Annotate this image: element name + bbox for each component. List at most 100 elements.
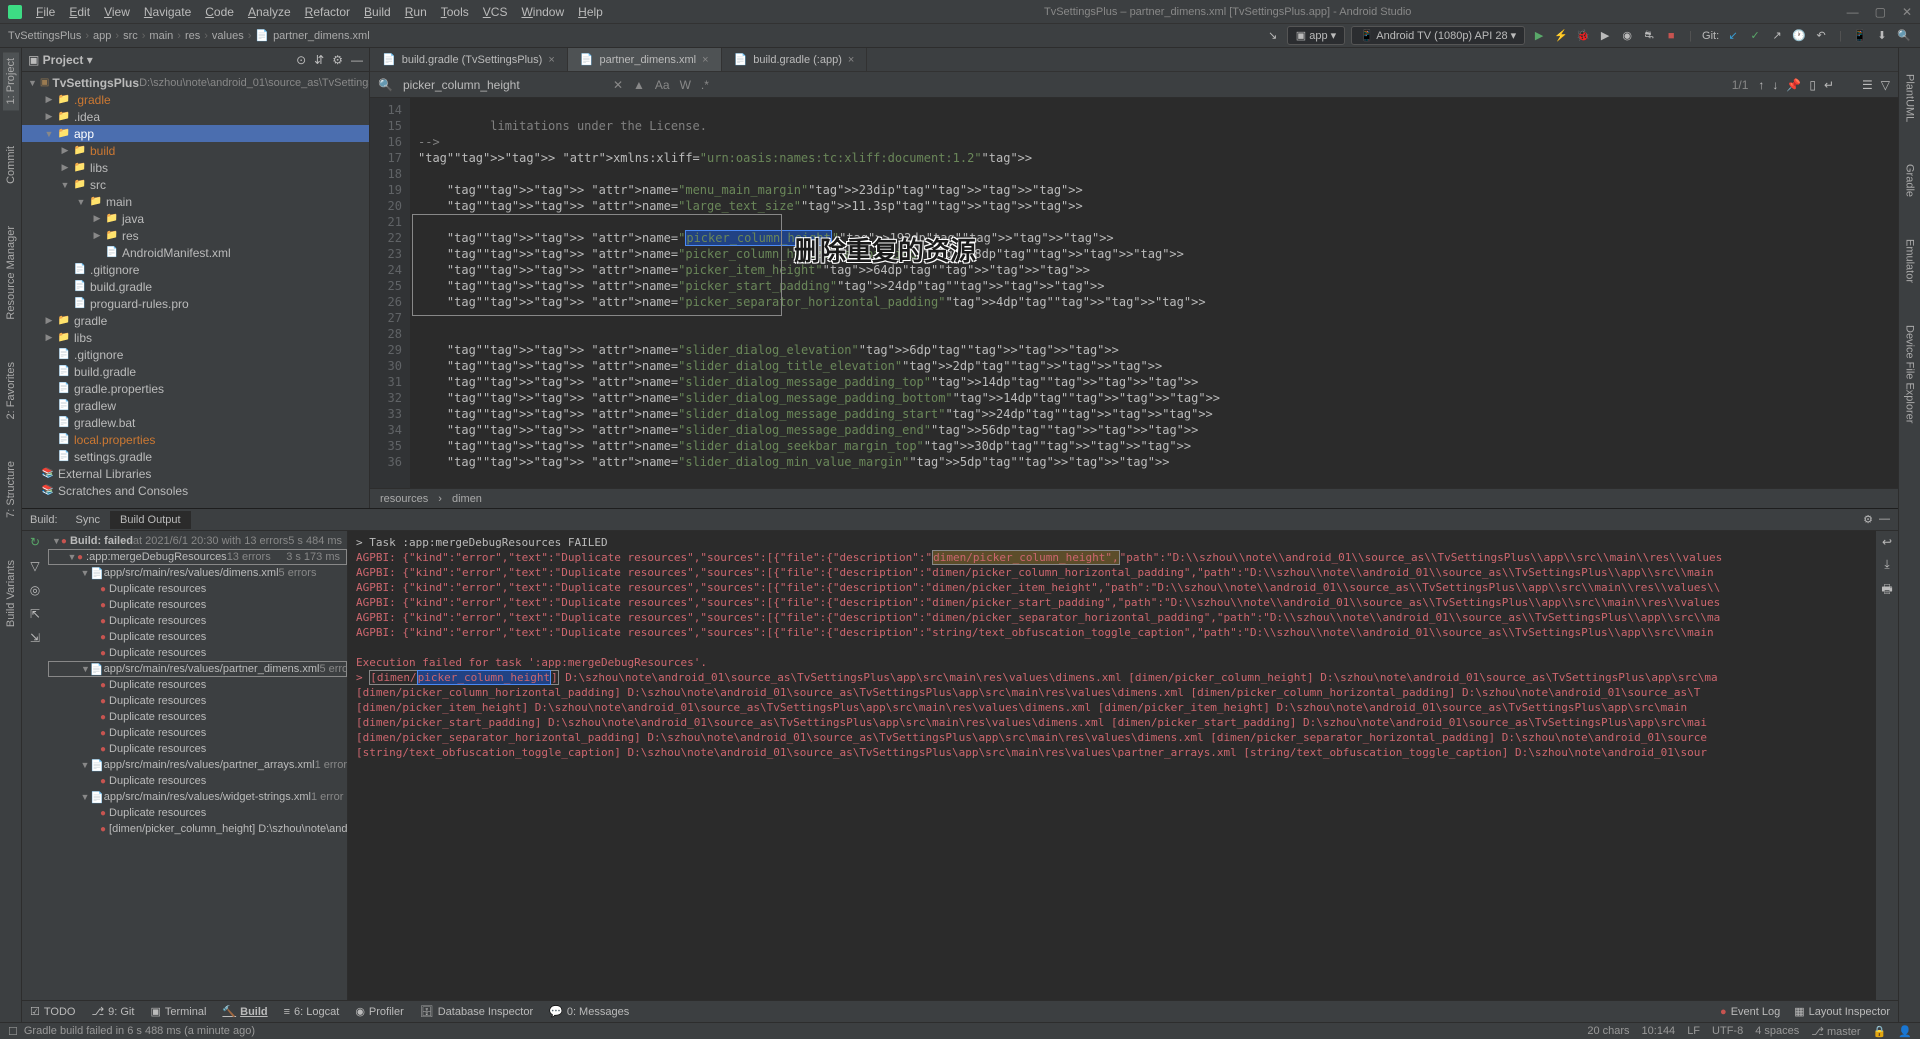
left-tab-resource-manager[interactable]: Resource Manager: [3, 220, 19, 326]
console-line[interactable]: > Task :app:mergeDebugResources FAILED: [356, 535, 1868, 550]
git-rollback-icon[interactable]: ↶: [1813, 28, 1829, 44]
menu-run[interactable]: Run: [399, 3, 433, 21]
tree-item[interactable]: 📄build.gradle: [22, 363, 369, 380]
tree-item[interactable]: 📄.gitignore: [22, 261, 369, 278]
menu-navigate[interactable]: Navigate: [138, 3, 197, 21]
menu-build[interactable]: Build: [358, 3, 397, 21]
code-line[interactable]: "tag""tag">>"tag">> "attr">name="menu_ma…: [418, 182, 1890, 198]
console-line[interactable]: AGPBI: {"kind":"error","text":"Duplicate…: [356, 550, 1868, 565]
editor-tab[interactable]: 📄partner_dimens.xml×: [568, 48, 722, 71]
left-tab----favorites[interactable]: 2: Favorites: [3, 356, 19, 425]
code-line[interactable]: "tag""tag">>"tag">> "attr">name="slider_…: [418, 358, 1890, 374]
code-line[interactable]: "tag""tag">>"tag">> "attr">name="slider_…: [418, 422, 1890, 438]
attach-debugger-icon[interactable]: ⛐: [1641, 28, 1657, 44]
code-line[interactable]: -->: [418, 134, 1890, 150]
console-line[interactable]: AGPBI: {"kind":"error","text":"Duplicate…: [356, 610, 1868, 625]
tree-item[interactable]: 📄build.gradle: [22, 278, 369, 295]
target-icon[interactable]: ◎: [30, 583, 40, 597]
build-tree-row[interactable]: ● Duplicate resources: [48, 597, 347, 613]
menu-edit[interactable]: Edit: [63, 3, 96, 21]
build-tree-row[interactable]: ● Duplicate resources: [48, 645, 347, 661]
tree-item[interactable]: ▶📁gradle: [22, 312, 369, 329]
code-line[interactable]: "tag""tag">>"tag">> "attr">name="large_t…: [418, 198, 1890, 214]
right-tab-gradle[interactable]: Gradle: [1902, 158, 1918, 203]
collapse-icon[interactable]: ⇲: [30, 631, 40, 645]
select-opened-file-icon[interactable]: ⊙: [296, 53, 306, 67]
tree-item[interactable]: ▼📁src: [22, 176, 369, 193]
tree-item[interactable]: 📄AndroidManifest.xml: [22, 244, 369, 261]
rerun-icon[interactable]: ↻: [30, 535, 40, 549]
console-line[interactable]: [string/text_obfuscation_toggle_caption]…: [356, 745, 1868, 760]
code-line[interactable]: "tag""tag">>"tag">> "attr">name="slider_…: [418, 342, 1890, 358]
close-search-icon[interactable]: ✕: [613, 78, 623, 92]
build-tree-row[interactable]: ▼📄 app/src/main/res/values/widget-string…: [48, 789, 347, 805]
prev-match-icon[interactable]: ▲: [633, 78, 645, 92]
tree-item[interactable]: ▶📁libs: [22, 159, 369, 176]
coverage-icon[interactable]: ▶: [1597, 28, 1613, 44]
menu-code[interactable]: Code: [199, 3, 240, 21]
tab-build[interactable]: 🔨 Build: [222, 1005, 267, 1018]
git-update-icon[interactable]: ↙: [1725, 28, 1741, 44]
build-tab-sync[interactable]: Sync: [66, 511, 110, 529]
tab-messages[interactable]: 💬 0: Messages: [549, 1005, 629, 1018]
code-line[interactable]: "tag""tag">>"tag">> "attr">name="slider_…: [418, 374, 1890, 390]
breadcrumb-item[interactable]: app: [93, 30, 111, 42]
scroll-to-end-icon[interactable]: ⤓: [1884, 557, 1889, 572]
down-arrow-icon[interactable]: ↓: [1772, 78, 1778, 92]
debug-icon[interactable]: 🐞: [1575, 28, 1591, 44]
menu-vcs[interactable]: VCS: [477, 3, 514, 21]
tree-item[interactable]: 📄settings.gradle: [22, 448, 369, 465]
close-icon[interactable]: ✕: [1902, 5, 1912, 19]
tree-item[interactable]: ▶📁.gradle: [22, 91, 369, 108]
tree-item[interactable]: ▼📁app: [22, 125, 369, 142]
build-tree-row[interactable]: ● Duplicate resources: [48, 805, 347, 821]
build-tree-row[interactable]: ● Duplicate resources: [48, 773, 347, 789]
console-line[interactable]: [dimen/picker_item_height] D:\szhou\note…: [356, 700, 1868, 715]
stop-icon[interactable]: ■: [1663, 28, 1679, 44]
build-tree-row[interactable]: ● Duplicate resources: [48, 629, 347, 645]
maximize-icon[interactable]: ▢: [1875, 5, 1886, 19]
tab-logcat[interactable]: ≡ 6: Logcat: [284, 1006, 340, 1018]
match-case-icon[interactable]: Aa: [655, 78, 670, 92]
filter-icon[interactable]: ☰: [1862, 78, 1873, 92]
run-icon[interactable]: ▶: [1531, 28, 1547, 44]
console-line[interactable]: AGPBI: {"kind":"error","text":"Duplicate…: [356, 580, 1868, 595]
build-tree-row[interactable]: ● Duplicate resources: [48, 741, 347, 757]
tree-item[interactable]: ▶📁build: [22, 142, 369, 159]
tab-todo[interactable]: ☑ TODO: [30, 1005, 75, 1018]
left-tab-commit[interactable]: Commit: [3, 140, 19, 190]
expand-all-icon[interactable]: ⇵: [314, 53, 324, 67]
build-tree-row[interactable]: ▼📄 app/src/main/res/values/partner_array…: [48, 757, 347, 773]
code-line[interactable]: [418, 166, 1890, 182]
right-tab-device-file-explorer[interactable]: Device File Explorer: [1902, 319, 1918, 429]
close-tab-icon[interactable]: ×: [848, 54, 854, 66]
up-arrow-icon[interactable]: ↑: [1758, 78, 1764, 92]
build-tree-row[interactable]: ● [dimen/picker_column_height] D:\szhou\…: [48, 821, 347, 837]
build-output-console[interactable]: > Task :app:mergeDebugResources FAILEDAG…: [348, 531, 1876, 1000]
module-selector[interactable]: ▣ app ▾: [1287, 26, 1345, 45]
tree-item[interactable]: 📄.gitignore: [22, 346, 369, 363]
console-line[interactable]: AGPBI: {"kind":"error","text":"Duplicate…: [356, 565, 1868, 580]
tab-layout-inspector[interactable]: ▦ Layout Inspector: [1794, 1005, 1890, 1018]
minimize-icon[interactable]: —: [1847, 5, 1859, 19]
tree-item[interactable]: ▼📁main: [22, 193, 369, 210]
breadcrumb-item[interactable]: TvSettingsPlus: [8, 30, 81, 42]
tree-item[interactable]: 📚External Libraries: [22, 465, 369, 482]
sync-icon[interactable]: ↘: [1265, 28, 1281, 44]
breadcrumb-item[interactable]: values: [212, 30, 244, 42]
status-git-branch[interactable]: ⎇ master: [1811, 1025, 1860, 1038]
console-line[interactable]: [dimen/picker_separator_horizontal_paddi…: [356, 730, 1868, 745]
tree-item[interactable]: 📄local.properties: [22, 431, 369, 448]
breadcrumb-item[interactable]: src: [123, 30, 138, 42]
device-selector[interactable]: 📱 Android TV (1080p) API 28 ▾: [1351, 26, 1525, 45]
search-everywhere-icon[interactable]: 🔍: [1896, 28, 1912, 44]
build-tree-row[interactable]: ● Duplicate resources: [48, 693, 347, 709]
breadcrumb-item[interactable]: partner_dimens.xml: [273, 30, 370, 42]
filter-icon[interactable]: ▽: [30, 559, 39, 573]
git-history-icon[interactable]: 🕐: [1791, 28, 1807, 44]
funnel-icon[interactable]: ▽: [1881, 78, 1890, 92]
left-tab----structure[interactable]: 7: Structure: [3, 455, 19, 524]
right-tab-plantuml[interactable]: PlantUML: [1902, 68, 1918, 128]
select-all-icon[interactable]: ▯: [1809, 78, 1816, 92]
menu-window[interactable]: Window: [515, 3, 570, 21]
